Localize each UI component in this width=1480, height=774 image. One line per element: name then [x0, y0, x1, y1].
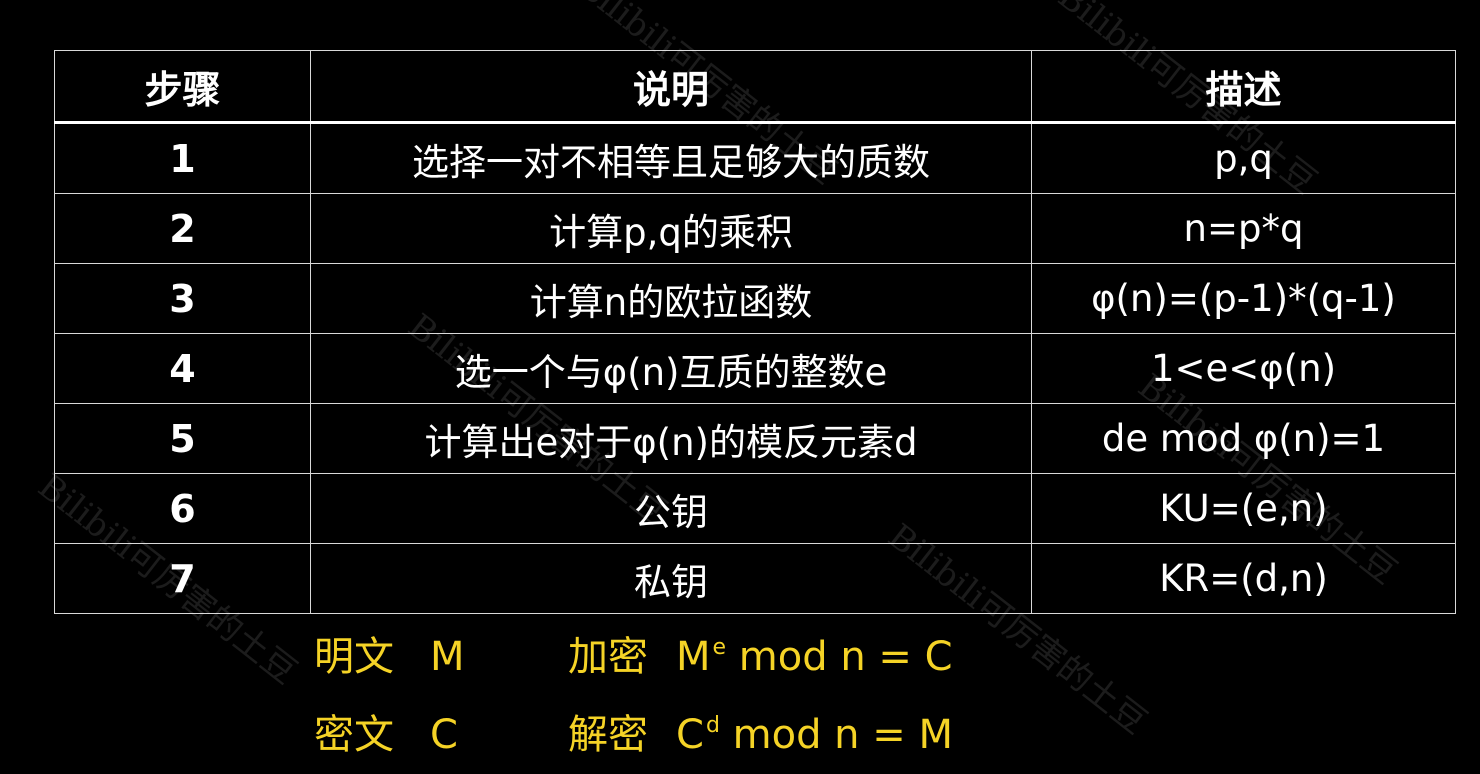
step-description: p,q: [1031, 122, 1456, 194]
step-explanation: 选一个与φ(n)互质的整数e: [310, 333, 1032, 404]
step-description: φ(n)=(p-1)*(q-1): [1031, 263, 1456, 334]
step-explanation: 公钥: [310, 473, 1032, 544]
decrypt-label: 解密: [568, 712, 648, 758]
ciphertext-label: 密文: [314, 712, 394, 758]
decrypt-rest: mod n = M: [732, 712, 953, 758]
step-explanation: 私钥: [310, 543, 1032, 614]
step-description: KU=(e,n): [1031, 473, 1456, 544]
step-explanation: 计算出e对于φ(n)的模反元素d: [310, 403, 1032, 474]
ciphertext-var: C: [430, 712, 458, 758]
table-row: 1 选择一对不相等且足够大的质数 p,q: [54, 122, 1456, 194]
table-row: 7 私钥 KR=(d,n): [54, 543, 1456, 614]
encrypt-base: M: [676, 634, 711, 680]
step-number: 7: [54, 543, 311, 614]
step-description: de mod φ(n)=1: [1031, 403, 1456, 474]
encrypt-exponent: e: [712, 635, 727, 660]
table-row: 4 选一个与φ(n)互质的整数e 1<e<φ(n): [54, 333, 1456, 404]
step-number: 6: [54, 473, 311, 544]
table-row: 5 计算出e对于φ(n)的模反元素d de mod φ(n)=1: [54, 403, 1456, 474]
decrypt-formula: Cd mod n = M: [676, 712, 953, 758]
table-row: 6 公钥 KU=(e,n): [54, 473, 1456, 544]
encrypt-label: 加密: [568, 634, 648, 680]
step-explanation: 选择一对不相等且足够大的质数: [310, 122, 1032, 194]
slide: 步骤 说明 描述 1 选择一对不相等且足够大的质数 p,q 2 计算p,q的乘积…: [0, 0, 1480, 774]
encrypt-rest: mod n = C: [738, 634, 953, 680]
step-number: 5: [54, 403, 311, 474]
step-explanation: 计算p,q的乘积: [310, 193, 1032, 264]
table-header: 步骤 说明 描述: [54, 50, 1456, 124]
step-number: 1: [54, 122, 311, 194]
plaintext-var: M: [430, 634, 465, 680]
step-number: 2: [54, 193, 311, 264]
header-explanation: 说明: [310, 50, 1032, 124]
encrypt-formula: Me mod n = C: [676, 634, 953, 680]
plaintext-label: 明文: [314, 634, 394, 680]
step-description: KR=(d,n): [1031, 543, 1456, 614]
header-step: 步骤: [54, 50, 311, 124]
rsa-steps-table: 步骤 说明 描述 1 选择一对不相等且足够大的质数 p,q 2 计算p,q的乘积…: [54, 50, 1456, 614]
header-row: 步骤 说明 描述: [54, 50, 1456, 124]
step-number: 4: [54, 333, 311, 404]
header-description: 描述: [1031, 50, 1456, 124]
table-row: 3 计算n的欧拉函数 φ(n)=(p-1)*(q-1): [54, 263, 1456, 334]
step-explanation: 计算n的欧拉函数: [310, 263, 1032, 334]
table-body: 1 选择一对不相等且足够大的质数 p,q 2 计算p,q的乘积 n=p*q 3 …: [54, 122, 1456, 614]
step-description: 1<e<φ(n): [1031, 333, 1456, 404]
step-number: 3: [54, 263, 311, 334]
table-row: 2 计算p,q的乘积 n=p*q: [54, 193, 1456, 264]
decrypt-base: C: [676, 712, 704, 758]
decrypt-exponent: d: [705, 713, 720, 738]
step-description: n=p*q: [1031, 193, 1456, 264]
